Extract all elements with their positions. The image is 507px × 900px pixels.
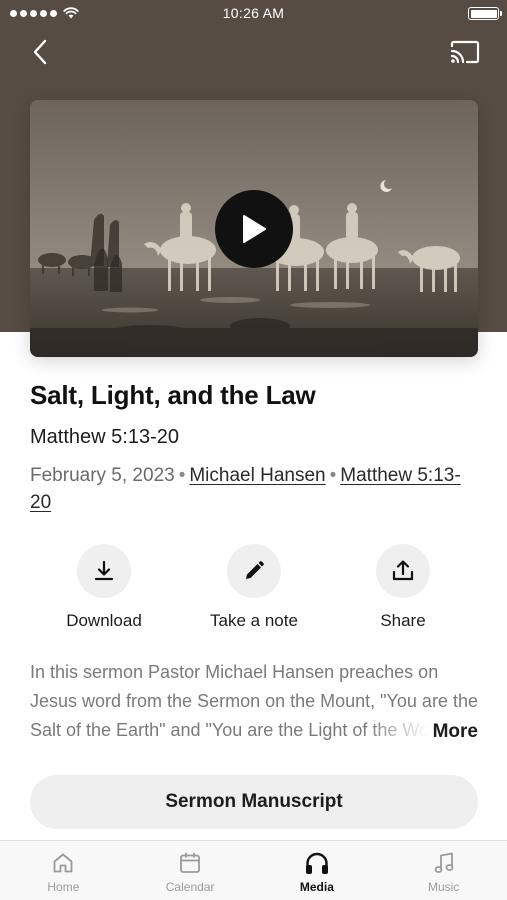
action-row: Download Take a note Share xyxy=(30,544,478,634)
sermon-title: Salt, Light, and the Law xyxy=(30,380,316,410)
take-note-button[interactable]: Take a note xyxy=(179,544,329,631)
tab-home-label: Home xyxy=(47,880,80,894)
pencil-icon xyxy=(246,561,264,579)
sermon-scripture: Matthew 5:13-20 xyxy=(30,426,179,448)
tab-calendar[interactable]: Calendar xyxy=(127,841,254,900)
take-note-label: Take a note xyxy=(210,611,298,630)
download-icon xyxy=(94,560,114,581)
tab-bar: Home Calendar Media Music xyxy=(0,840,507,900)
calendar-icon xyxy=(180,852,201,873)
share-button[interactable]: Share xyxy=(328,544,478,631)
status-bar: 10:26 AM xyxy=(0,0,507,28)
sermon-artwork[interactable] xyxy=(30,100,478,357)
download-button[interactable]: Download xyxy=(29,544,179,631)
share-label: Share xyxy=(380,611,426,630)
download-label: Download xyxy=(66,611,142,630)
chevron-left-icon xyxy=(33,39,47,65)
share-icon-circle xyxy=(376,544,430,598)
tab-media-label: Media xyxy=(299,880,334,894)
music-note-icon xyxy=(434,852,454,873)
cast-icon xyxy=(450,40,480,64)
tab-music[interactable]: Music xyxy=(380,841,507,900)
back-button[interactable] xyxy=(24,36,56,68)
battery-icon xyxy=(468,7,502,20)
meta-separator: • xyxy=(178,465,186,486)
play-button[interactable] xyxy=(215,190,293,268)
headphones-icon xyxy=(305,852,328,874)
take-note-icon-circle xyxy=(227,544,281,598)
download-icon-circle xyxy=(77,544,131,598)
tab-calendar-label: Calendar xyxy=(165,880,215,894)
sermon-manuscript-button[interactable]: Sermon Manuscript xyxy=(30,775,478,829)
home-icon xyxy=(53,853,73,873)
cast-button[interactable] xyxy=(447,36,483,68)
sermon-description: In this sermon Pastor Michael Hansen pre… xyxy=(30,658,478,748)
status-time: 10:26 AM xyxy=(222,5,285,21)
tab-music-label: Music xyxy=(427,880,460,894)
speaker-link[interactable]: Michael Hansen xyxy=(189,465,325,486)
meta-separator: • xyxy=(329,465,337,486)
tab-media[interactable]: Media xyxy=(254,841,381,900)
sermon-meta: February 5, 2023 • Michael Hansen • Matthew … xyxy=(30,462,480,516)
play-icon xyxy=(243,215,266,243)
sermon-date: February 5, 2023 xyxy=(30,465,175,486)
share-icon xyxy=(392,560,414,581)
tab-home[interactable]: Home xyxy=(0,841,127,900)
more-button[interactable]: More xyxy=(426,717,478,746)
